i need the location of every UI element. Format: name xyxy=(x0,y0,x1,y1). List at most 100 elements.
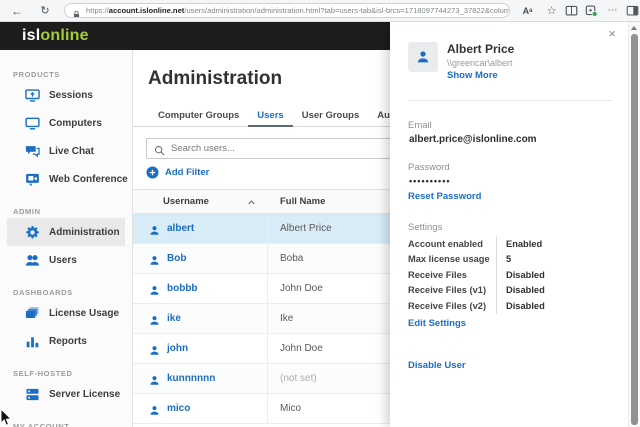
close-icon[interactable]: × xyxy=(608,27,616,40)
license-usage-icon xyxy=(25,306,40,321)
sidebar-section-self-hosted: SELF-HOSTED xyxy=(13,369,132,378)
username-cell[interactable]: mico xyxy=(133,394,268,423)
table-row-john[interactable]: john John Doe xyxy=(133,334,391,364)
person-icon xyxy=(149,223,160,234)
refresh-icon[interactable]: ↻ xyxy=(36,0,54,21)
username-link[interactable]: Bob xyxy=(167,253,186,264)
username-cell[interactable]: Bob xyxy=(133,244,268,273)
table-row-bobbb[interactable]: bobbbJohn Doe xyxy=(133,274,391,304)
favorite-star-icon[interactable]: ☆ xyxy=(543,0,560,21)
sidebar-section-admin: ADMIN xyxy=(13,207,132,216)
fullname-cell: John Doe xyxy=(268,334,323,363)
username-link[interactable]: bobbb xyxy=(167,283,198,294)
setting-value: Disabled xyxy=(496,298,612,314)
sidebar-item-web-conference[interactable]: Web Conference xyxy=(7,165,125,193)
username-cell[interactable]: kunnnnnn xyxy=(133,364,268,393)
password-masked-value: •••••••••• xyxy=(409,176,451,186)
sidebar-item-sessions[interactable]: Sessions xyxy=(7,81,125,109)
sidebar-item-server-license[interactable]: Server License xyxy=(7,380,125,408)
username-link[interactable]: mico xyxy=(167,403,190,414)
sidebar-item-administration[interactable]: Administration xyxy=(7,218,125,246)
column-header-username[interactable]: Username xyxy=(133,190,268,213)
username-link[interactable]: john xyxy=(167,343,188,354)
sidebar-item-computers[interactable]: Computers xyxy=(7,109,125,137)
scrollbar-thumb[interactable] xyxy=(631,34,638,425)
column-header-fullname[interactable]: Full Name xyxy=(268,190,325,213)
setting-row-max-license-usage: Max license usage5 xyxy=(408,252,612,268)
tab-bar: Computer GroupsUsersUser GroupsAuditSett… xyxy=(133,104,391,127)
table-row-ike[interactable]: ikeIke xyxy=(133,304,391,334)
page-scrollbar[interactable] xyxy=(628,22,640,427)
panel-divider xyxy=(408,100,612,101)
username-column-label: Username xyxy=(163,196,209,207)
logo-prefix: isl xyxy=(22,27,40,44)
browser-toolbar: ← ↻ https://account.islonline.net/users/… xyxy=(0,0,640,22)
table-row-bob[interactable]: BobBoba xyxy=(133,244,391,274)
setting-row-receive-files-v1: Receive Files (v1)Disabled xyxy=(408,283,612,299)
sidebar-item-reports[interactable]: Reports xyxy=(7,327,125,355)
sidebar-item-label: Live Chat xyxy=(49,146,94,157)
users-table-body: albertAlbert PriceBobBobabobbbJohn Doeik… xyxy=(133,214,391,424)
username-link[interactable]: kunnnnnn xyxy=(167,373,215,384)
username-cell[interactable]: bobbb xyxy=(133,274,268,303)
search-input[interactable] xyxy=(171,143,391,154)
fullname-cell: Albert Price xyxy=(268,214,332,243)
username-link[interactable]: albert xyxy=(167,223,194,234)
username-cell[interactable]: john xyxy=(133,334,268,363)
server-icon xyxy=(25,387,40,402)
email-label: Email xyxy=(408,120,432,131)
url-host: account.islonline.net xyxy=(109,6,185,15)
sidebar-nav: PRODUCTSSessionsComputersLive ChatWeb Co… xyxy=(0,70,132,427)
sidebar-item-label: Reports xyxy=(49,336,87,347)
address-bar[interactable]: https://account.islonline.net/users/admi… xyxy=(64,3,510,18)
sidebar-panel-icon[interactable] xyxy=(624,0,640,21)
scrollbar-up-arrow-icon[interactable] xyxy=(631,26,637,30)
settings-list: Account enabledEnabledMax license usage5… xyxy=(408,236,612,314)
user-full-name: Albert Price xyxy=(447,42,514,56)
setting-value: Disabled xyxy=(496,267,612,283)
avatar xyxy=(408,42,438,72)
username-cell[interactable]: ike xyxy=(133,304,268,333)
table-row-albert[interactable]: albert Albert Price xyxy=(133,214,391,244)
search-box[interactable] xyxy=(146,138,391,159)
browser-menu-icon[interactable]: ⋯ xyxy=(604,0,621,21)
islonline-logo[interactable]: islonline xyxy=(22,22,89,50)
sort-asc-icon[interactable] xyxy=(247,198,256,207)
sidebar-item-label: Server License xyxy=(49,389,120,400)
person-icon xyxy=(149,283,160,294)
person-icon xyxy=(149,403,160,414)
split-screen-glyph xyxy=(565,4,578,17)
username-link[interactable]: ike xyxy=(167,313,181,324)
person-icon xyxy=(149,253,160,264)
add-filter-button[interactable]: Add Filter xyxy=(146,166,209,179)
sidebar-section-my-account: MY ACCOUNT xyxy=(13,422,132,427)
sidebar-item-label: Administration xyxy=(49,227,120,238)
edit-settings-link[interactable]: Edit Settings xyxy=(408,318,466,329)
show-more-link[interactable]: Show More xyxy=(447,70,498,81)
extension-icon[interactable] xyxy=(583,0,600,21)
setting-value: Enabled xyxy=(496,236,612,252)
sidebar-item-license-usage[interactable]: License Usage xyxy=(7,299,125,327)
tab-audit[interactable]: Audit xyxy=(368,104,391,127)
sidebar-item-live-chat[interactable]: Live Chat xyxy=(7,137,125,165)
live-chat-icon xyxy=(25,144,40,159)
read-aloud-sup: a xyxy=(529,8,532,14)
tab-user-groups[interactable]: User Groups xyxy=(293,104,369,127)
username-cell[interactable]: albert xyxy=(133,214,268,243)
back-icon[interactable]: ← xyxy=(8,0,26,21)
web-conference-icon xyxy=(25,172,40,187)
sidebar-panel-glyph xyxy=(626,4,639,17)
setting-row-account-enabled: Account enabledEnabled xyxy=(408,236,612,252)
settings-label: Settings xyxy=(408,222,442,233)
disable-user-link[interactable]: Disable User xyxy=(408,360,466,371)
tab-computer-groups[interactable]: Computer Groups xyxy=(149,104,248,127)
person-icon xyxy=(149,313,160,324)
table-row-mico[interactable]: micoMico xyxy=(133,394,391,424)
table-row-kunnnnnn[interactable]: kunnnnnn(not set) xyxy=(133,364,391,394)
split-screen-icon[interactable] xyxy=(563,0,580,21)
sidebar-item-users[interactable]: Users xyxy=(7,246,125,274)
read-aloud-icon[interactable]: Aa xyxy=(519,0,536,21)
add-filter-label: Add Filter xyxy=(165,167,209,178)
reset-password-link[interactable]: Reset Password xyxy=(408,191,481,202)
tab-users[interactable]: Users xyxy=(248,104,292,127)
